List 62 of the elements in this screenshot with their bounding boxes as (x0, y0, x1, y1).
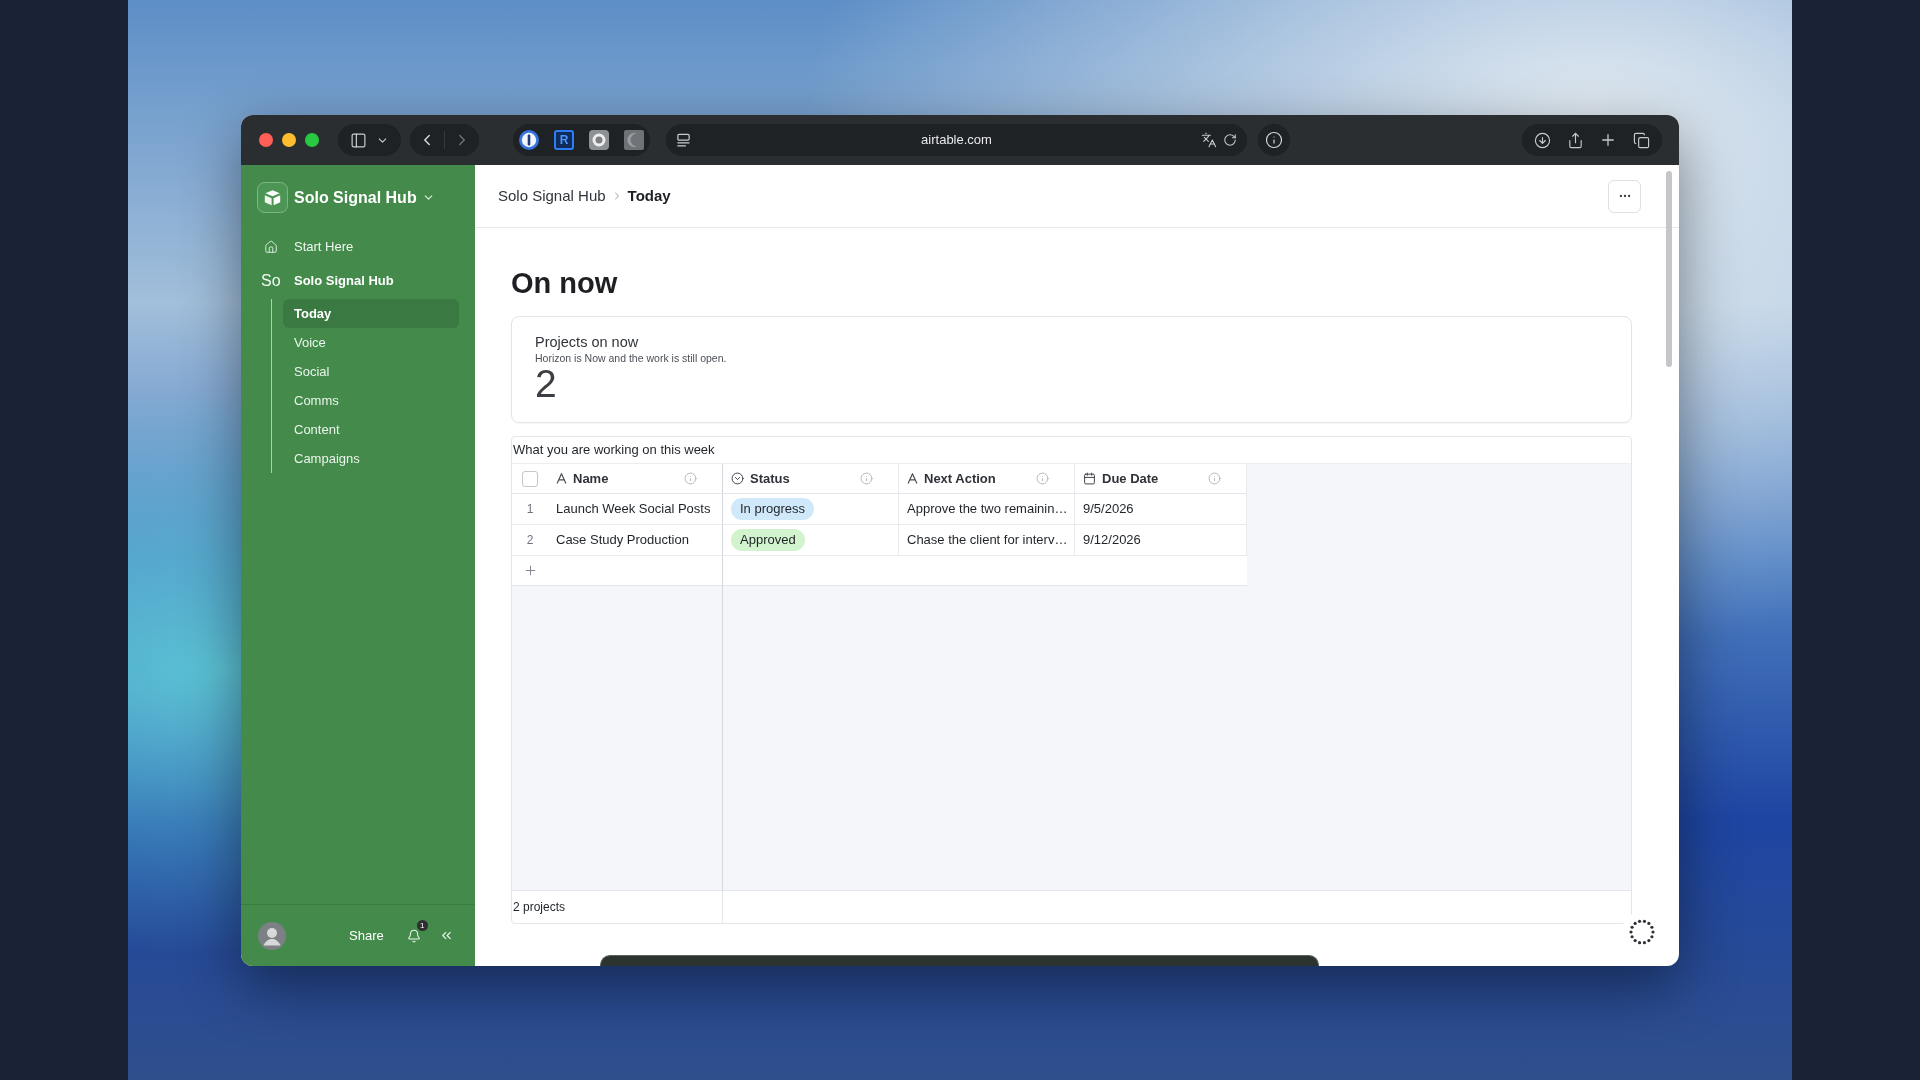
page-info-button[interactable] (1258, 124, 1290, 156)
column-header[interactable]: Status (723, 464, 899, 493)
table-title: What you are working on this week (513, 442, 715, 457)
sidebar-item[interactable]: Comms (283, 386, 459, 415)
page-title: On now (511, 266, 618, 301)
sidebar-item[interactable]: Social (283, 357, 459, 386)
status-tag: In progress (731, 498, 815, 520)
scrollbar-thumb[interactable] (1666, 171, 1672, 367)
table-cell: Chase the client for interv… (899, 525, 1075, 555)
sidebar-item[interactable]: Today (283, 299, 459, 328)
table-cell: 9/12/2026 (1075, 525, 1247, 555)
table-cell: 9/5/2026 (1075, 494, 1247, 524)
notification-count: 1 (416, 919, 428, 931)
column-header[interactable]: Next Action (899, 464, 1075, 493)
row-number: 1 (525, 501, 535, 518)
sidebar-link[interactable]: Start Here (257, 233, 459, 261)
home-icon (264, 240, 278, 254)
base-link[interactable]: Solo Signal Hub (294, 271, 394, 291)
sidebar-item[interactable]: Content (283, 415, 459, 444)
tabs-overview-icon[interactable] (1633, 131, 1651, 149)
share-button[interactable]: Share (349, 925, 384, 946)
table-cell: Case Study Production (548, 525, 723, 555)
row-number: 2 (525, 532, 535, 549)
text-type-icon (556, 473, 567, 484)
share-icon[interactable] (1566, 131, 1584, 149)
table-cell: Launch Week Social Posts (548, 494, 723, 524)
base-initials: So (261, 271, 281, 291)
zoom-window-button[interactable] (305, 133, 319, 147)
plus-icon (522, 563, 538, 578)
table-cell: Approve the two remainin… (899, 494, 1075, 524)
extension-button[interactable]: R (554, 130, 574, 150)
keyhole-icon[interactable] (519, 130, 539, 150)
column-header[interactable]: Name (548, 464, 723, 493)
metric-title: Projects on now (535, 334, 639, 351)
breadcrumb-link[interactable]: Solo Signal Hub (498, 184, 606, 208)
sidebar-icon (350, 131, 367, 149)
metric-value: 2 (535, 365, 557, 403)
column-header[interactable]: Due Date (1075, 464, 1247, 493)
breadcrumb-current: Today (627, 185, 671, 206)
info-icon (1265, 131, 1283, 149)
address-bar[interactable]: airtable.com (666, 124, 1247, 156)
metric-subtitle: Horizon is Now and the work is still open. (535, 351, 727, 365)
minimize-window-button[interactable] (282, 133, 296, 147)
chevron-circle-icon (731, 472, 744, 485)
close-window-button[interactable] (259, 133, 273, 147)
select-all-checkbox[interactable] (522, 470, 538, 487)
sidebar-item[interactable]: Campaigns (283, 444, 459, 473)
sidebar-item[interactable]: Voice (283, 328, 459, 357)
bell-icon[interactable] (406, 928, 421, 943)
avatar-icon[interactable] (258, 921, 286, 950)
record-count: 2 projects (513, 900, 566, 914)
disc-icon[interactable] (589, 130, 609, 150)
sidebar-toggle-button[interactable] (338, 124, 401, 156)
translate-icon[interactable] (1201, 132, 1217, 148)
reload-icon[interactable] (1223, 133, 1237, 147)
text-type-icon (907, 473, 918, 484)
logo-icon[interactable] (257, 182, 288, 213)
status-tag: Approved (731, 529, 805, 551)
workspace-switcher[interactable]: Solo Signal Hub (294, 185, 435, 210)
calendar-icon (1083, 472, 1096, 485)
page-lines-icon[interactable] (676, 132, 691, 148)
download-icon[interactable] (1533, 131, 1551, 149)
